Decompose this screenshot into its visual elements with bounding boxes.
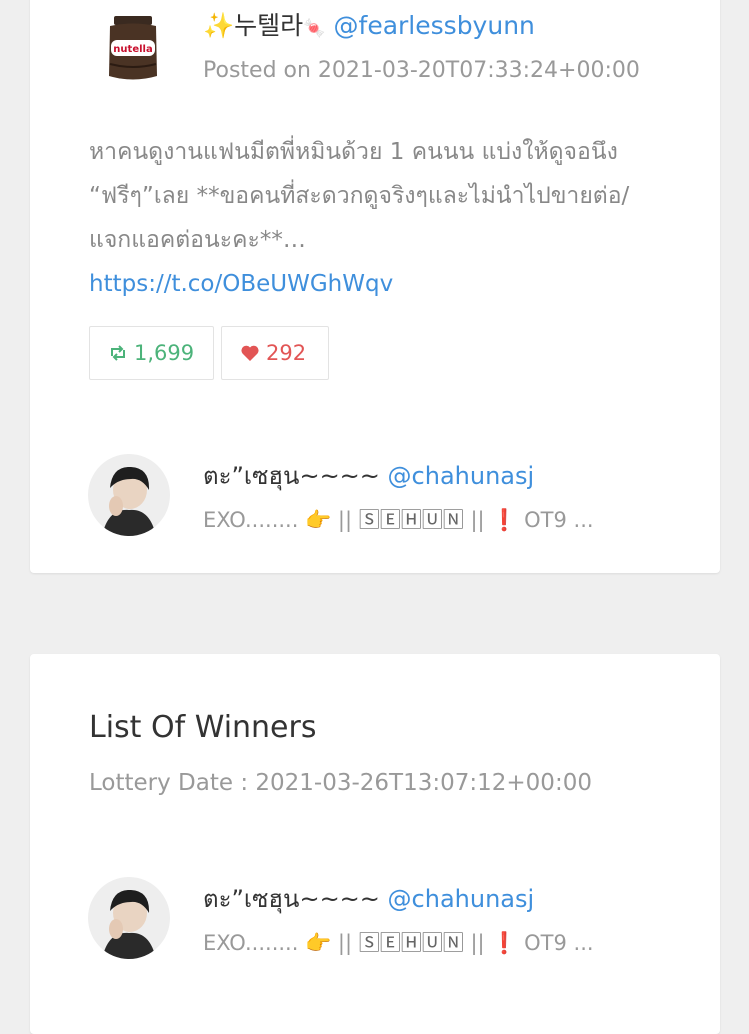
bio-sehun: 🅂🄴🄷🅄🄽 — [358, 931, 464, 955]
tweet-author-avatar[interactable]: nutella — [102, 14, 164, 84]
heart-icon — [241, 345, 259, 361]
participant-photo — [88, 454, 170, 536]
bio-sehun: 🅂🄴🄷🅄🄽 — [358, 508, 464, 532]
author-name: 누텔라 — [234, 11, 304, 40]
participant-row[interactable]: ตะ”เซฮุน~~~~ @chahunasj EXO........ 👉 ||… — [88, 454, 688, 544]
tweet-link[interactable]: https://t.co/OBeUWGhWqv — [89, 262, 669, 306]
posted-date: Posted on 2021-03-20T07:33:24+00:00 — [203, 58, 640, 83]
winner-handle-link[interactable]: @chahunasj — [388, 885, 535, 913]
bio-suffix: OT9 ... — [524, 508, 594, 532]
tweet-body: หาคนดูงานแฟนมีตพี่หมินด้วย 1 คนนน แบ่งให… — [89, 130, 669, 306]
retweet-count-button[interactable]: 1,699 — [89, 326, 214, 380]
tweet-author: ✨누텔라🍬 @fearlessbyunn — [203, 6, 535, 42]
pointing-hand-icon: 👉 — [305, 508, 332, 532]
retweet-icon — [111, 345, 125, 361]
exclamation-icon: ❗ — [491, 508, 518, 532]
winner-row[interactable]: ตะ”เซฮุน~~~~ @chahunasj EXO........ 👉 ||… — [88, 877, 688, 967]
participant-bio: EXO........ 👉 || 🅂🄴🄷🅄🄽 || ❗ OT9 ... — [203, 508, 594, 532]
winner-avatar[interactable] — [88, 877, 170, 959]
candy-icon: 🍬 — [303, 18, 326, 39]
sparkles-icon: ✨ — [203, 11, 235, 40]
participant-name: ตะ”เซฮุน~~~~ — [203, 462, 380, 490]
like-count: 292 — [266, 341, 307, 365]
tweet-card: nutella ✨누텔라🍬 @fearlessbyunn Posted on 2… — [30, 0, 720, 573]
bio-prefix: EXO........ — [203, 508, 299, 532]
author-handle-link[interactable]: @fearlessbyunn — [334, 11, 535, 40]
winner-bio: EXO........ 👉 || 🅂🄴🄷🅄🄽 || ❗ OT9 ... — [203, 931, 594, 955]
like-count-button[interactable]: 292 — [221, 326, 329, 380]
pointing-hand-icon: 👉 — [305, 931, 332, 955]
participant-handle-link[interactable]: @chahunasj — [388, 462, 535, 490]
bio-prefix: EXO........ — [203, 931, 299, 955]
tweet-text: หาคนดูงานแฟนมีตพี่หมินด้วย 1 คนนน แบ่งให… — [89, 139, 630, 253]
winners-card: List Of Winners Lottery Date : 2021-03-2… — [30, 654, 720, 1034]
svg-text:nutella: nutella — [113, 44, 152, 55]
lottery-date: Lottery Date : 2021-03-26T13:07:12+00:00 — [89, 770, 592, 796]
exclamation-icon: ❗ — [491, 931, 518, 955]
winner-name-line: ตะ”เซฮุน~~~~ @chahunasj — [203, 879, 534, 918]
bio-suffix: OT9 ... — [524, 931, 594, 955]
retweet-count: 1,699 — [134, 341, 195, 365]
winners-title: List Of Winners — [89, 710, 317, 745]
participant-name-line: ตะ”เซฮุน~~~~ @chahunasj — [203, 456, 534, 495]
participant-avatar[interactable] — [88, 454, 170, 536]
winner-name: ตะ”เซฮุน~~~~ — [203, 885, 380, 913]
winner-photo — [88, 877, 170, 959]
